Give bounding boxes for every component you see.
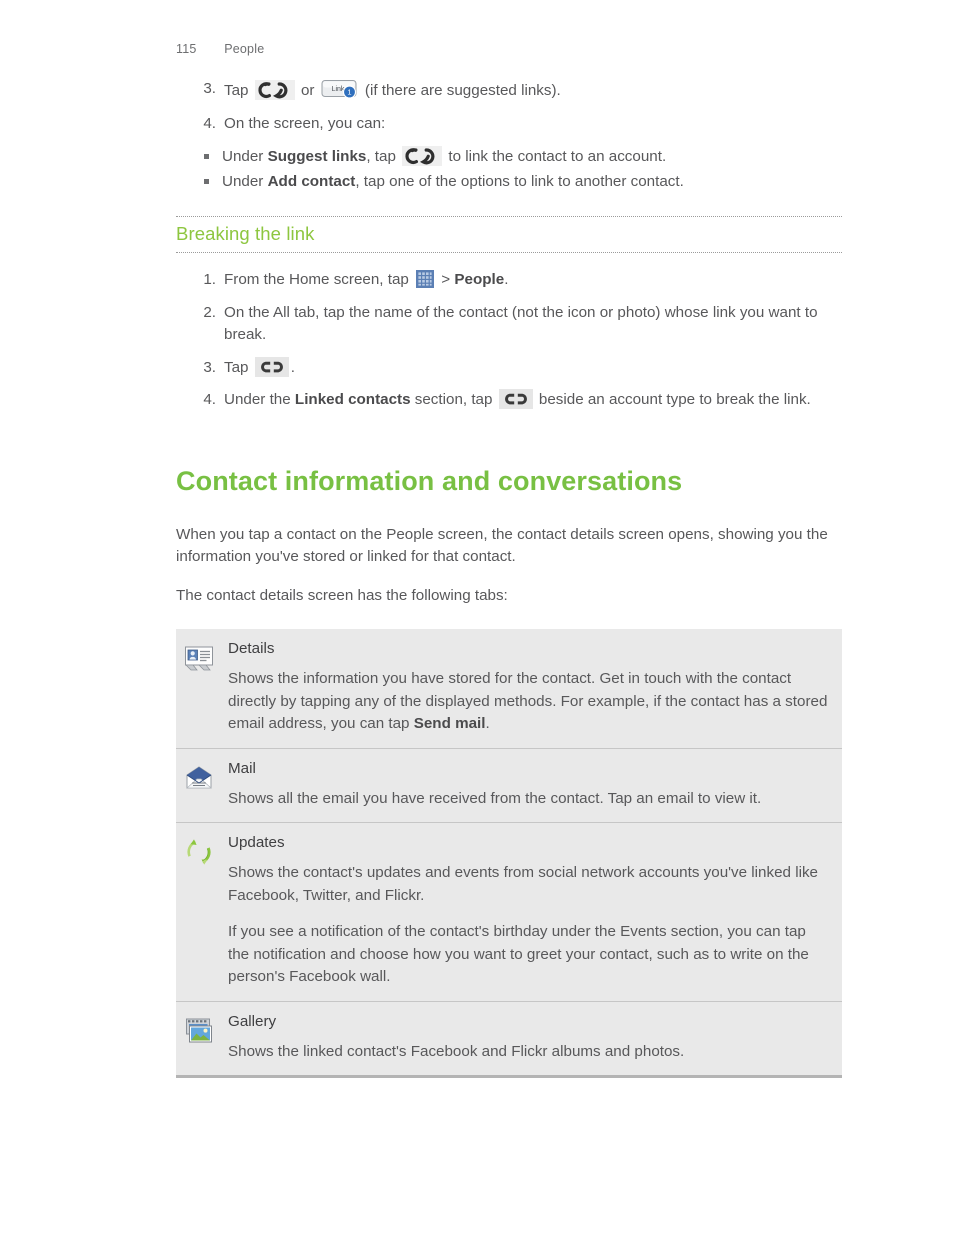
bullet-bold-term: Suggest links: [267, 148, 367, 165]
step-number: 4.: [203, 114, 216, 132]
tab-title-gallery: Gallery: [228, 1012, 277, 1030]
link-rings-icon: [254, 80, 295, 100]
step-text-part: .: [504, 271, 509, 288]
tab-title-details: Details: [228, 640, 275, 657]
apps-grid-icon: [415, 269, 435, 289]
step-number: 3.: [203, 358, 216, 376]
top-bullets-list: Under Suggest links, tap to link the con…: [194, 145, 842, 194]
table-row: Mail Shows all the email you have receiv…: [176, 749, 842, 823]
table-cell: Mail Shows all the email you have receiv…: [228, 759, 828, 811]
step-item: 2. On the All tab, tap the name of the c…: [176, 302, 842, 347]
bullet-text-part: to link the contact to an account.: [444, 148, 667, 165]
step-text-part: or: [296, 82, 319, 99]
tabs-table: Details Shows the information you have s…: [176, 629, 842, 1078]
step-text-part: .: [290, 358, 295, 376]
bullet-text-part: Under: [222, 173, 268, 190]
page-title: Contact information and conversations: [176, 465, 683, 496]
tab-title-mail: Mail: [228, 759, 256, 777]
step-item: 3. Tap or Link 1 (if there are suggested…: [176, 78, 842, 103]
step-number: 3.: [203, 80, 216, 97]
tab-description: Shows the contact's updates and events f…: [228, 864, 818, 904]
tab-title-updates: Updates: [228, 834, 285, 851]
step-number: 1.: [203, 271, 216, 288]
step-text: On the screen, you can:: [224, 114, 386, 132]
table-cell: Details Shows the information you have s…: [228, 639, 828, 736]
bullet-bold-term: Add contact: [267, 173, 356, 190]
table-cell: Updates Shows the contact's updates and …: [228, 833, 828, 989]
step-bold-term: Linked contacts: [294, 391, 411, 408]
subheading-block: Breaking the link: [176, 216, 842, 253]
bullet-text-part: , tap: [366, 148, 401, 165]
document-page: 115 People 3. Tap or Link 1 (if there ar…: [0, 0, 954, 1235]
step-text-part: beside an account type to break the link…: [534, 391, 811, 408]
table-row: Details Shows the information you have s…: [176, 629, 842, 749]
step-item: 1. From the Home screen, tap > People.: [176, 269, 842, 292]
bullet-item: Under Suggest links, tap to link the con…: [194, 145, 842, 169]
step-item: 4. On the screen, you can:: [176, 113, 842, 136]
tab-desc-bold-term: Send mail: [413, 715, 486, 732]
broken-link-icon: [254, 356, 289, 377]
subheading-breaking-the-link: Breaking the link: [176, 223, 315, 244]
step-text-part: >: [437, 271, 455, 288]
gallery-photos-icon: [184, 1012, 228, 1051]
step-text: Tap or Link 1 (if there are suggested li…: [224, 80, 561, 100]
breaking-steps-list: 1. From the Home screen, tap > People. 2…: [176, 269, 842, 412]
mail-envelope-icon: [184, 759, 228, 798]
svg-text:1: 1: [347, 88, 351, 97]
tab-desc-part: .: [485, 715, 490, 732]
step-text: Under the Linked contacts section, tap b…: [224, 389, 811, 409]
table-row: Updates Shows the contact's updates and …: [176, 823, 842, 1002]
bullet-square-icon: [204, 154, 209, 159]
bullet-square-icon: [204, 179, 209, 184]
step-number: 2.: [203, 303, 216, 321]
step-item: 4. Under the Linked contacts section, ta…: [176, 389, 842, 412]
tab-description: Shows the linked contact's Facebook and …: [228, 1042, 685, 1060]
step-text-part: Tap: [224, 82, 253, 99]
link-button-icon: Link 1: [321, 78, 359, 100]
updates-refresh-icon: [184, 833, 228, 872]
tab-desc-part: Shows the information you have stored fo…: [228, 670, 828, 732]
table-row: Gallery Shows the linked contact's Faceb…: [176, 1002, 842, 1076]
step-text-part: Under the: [224, 391, 295, 408]
contact-card-icon: [184, 639, 228, 678]
step-item: 3. Tap .: [176, 356, 842, 380]
running-header: 115 People: [176, 42, 264, 56]
link-rings-icon: [402, 146, 443, 166]
page-number: 115: [176, 42, 197, 56]
bullet-text-part: , tap one of the options to link to anot…: [355, 173, 684, 190]
bullet-text-part: Under: [222, 148, 268, 165]
step-bold-term: People: [454, 271, 505, 288]
step-number: 4.: [203, 391, 216, 408]
top-steps-list: 3. Tap or Link 1 (if there are suggested…: [176, 78, 842, 135]
content-column: 3. Tap or Link 1 (if there are suggested…: [176, 78, 842, 1078]
step-text-part: From the Home screen, tap: [224, 271, 414, 288]
step-text: On the All tab, tap the name of the cont…: [224, 303, 818, 344]
tab-description: If you see a notification of the contact…: [228, 923, 809, 985]
broken-link-icon: [498, 389, 533, 409]
tab-description: Shows the information you have stored fo…: [228, 668, 828, 736]
step-text: From the Home screen, tap > People.: [224, 269, 509, 289]
intro-paragraph: When you tap a contact on the People scr…: [176, 525, 828, 566]
section-name: People: [224, 42, 265, 56]
tab-description: Shows all the email you have received fr…: [228, 789, 762, 807]
intro-paragraph: The contact details screen has the follo…: [176, 586, 508, 604]
step-text-part: Tap: [224, 358, 253, 376]
bullet-item: Under Add contact, tap one of the option…: [194, 170, 842, 194]
step-text-part: (if there are suggested links).: [360, 82, 561, 99]
table-cell: Gallery Shows the linked contact's Faceb…: [228, 1012, 828, 1064]
step-text: Tap .: [224, 356, 295, 377]
step-text-part: section, tap: [410, 391, 497, 408]
